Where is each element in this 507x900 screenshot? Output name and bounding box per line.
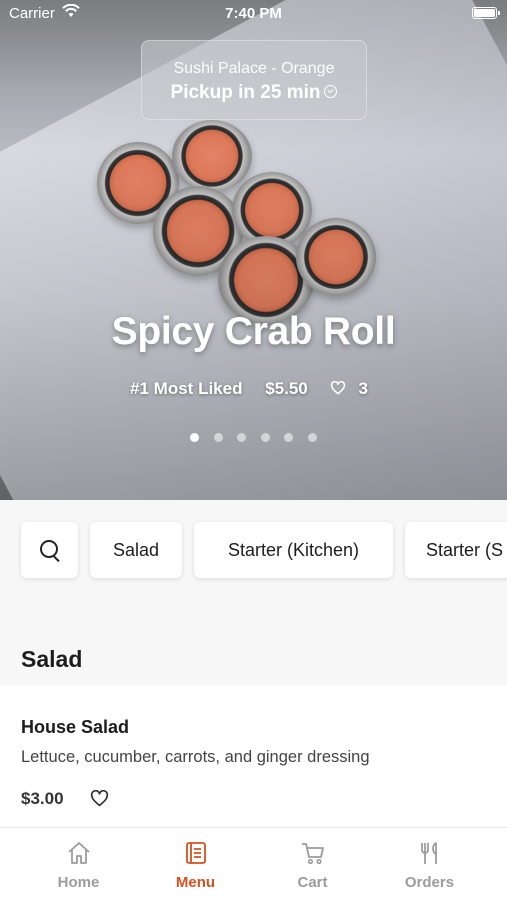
tab-cart-label: Cart [297,874,328,891]
heart-icon [331,381,346,395]
category-chip-salad[interactable]: Salad [90,522,182,578]
fork-knife-icon [420,842,437,864]
pickup-time: Pickup in 25 min [170,82,321,103]
item-price: $3.00 [21,789,64,808]
featured-price: $5.50 [265,379,308,398]
search-icon [39,539,61,561]
cart-icon [301,843,324,865]
carousel-dot[interactable] [260,433,270,442]
category-chip-starter-sushi[interactable]: Starter (S [405,522,507,578]
carousel-dot[interactable] [213,433,223,442]
category-chip-starter-kitchen[interactable]: Starter (Kitchen) [194,522,393,578]
carousel-dot[interactable] [307,433,317,442]
tab-bar: Home Menu Cart Orders [0,827,507,900]
store-location: Sushi Palace - Orange [173,60,335,77]
search-button[interactable] [21,522,78,578]
likes-count-wrap[interactable]: 3 [330,379,376,398]
tab-home-label: Home [57,874,100,891]
status-bar: Carrier 7:40 PM [0,0,507,28]
likes-count: 3 [358,379,368,398]
status-time: 7:40 PM [225,5,282,22]
item-description: Lettuce, cucumber, carrots, and ginger d… [21,748,370,766]
menu-item-card[interactable]: House Salad Lettuce, cucumber, carrots, … [0,686,507,827]
tab-cart[interactable]: Cart [254,828,371,900]
tab-home[interactable]: Home [20,828,137,900]
tab-orders[interactable]: Orders [371,828,488,900]
tab-menu[interactable]: Menu [137,828,254,900]
rank-badge: #1 Most Liked [130,379,243,398]
category-bar[interactable]: Salad Starter (Kitchen) Starter (S [0,500,507,600]
carousel-indicator[interactable] [0,429,507,447]
tab-orders-label: Orders [404,874,455,891]
pickup-selector[interactable]: Sushi Palace - Orange Pickup in 25 min [141,40,367,120]
carousel-dot[interactable] [190,433,200,442]
carousel-dot[interactable] [237,433,247,442]
battery-icon [472,7,500,19]
featured-dish-meta: #1 Most Liked $5.50 3 [0,379,507,399]
featured-dish-title: Spicy Crab Roll [111,310,396,353]
heart-icon[interactable] [90,790,109,807]
chevron-down-icon [324,85,338,98]
tab-menu-label: Menu [175,874,216,891]
hero-banner[interactable]: Carrier 7:40 PM Sushi Palace - Orange Pi… [0,0,507,500]
item-name: House Salad [21,717,130,737]
carousel-dot[interactable] [284,433,294,442]
section-heading: Salad [21,646,83,672]
menu-icon [185,842,206,864]
home-icon [67,842,90,864]
